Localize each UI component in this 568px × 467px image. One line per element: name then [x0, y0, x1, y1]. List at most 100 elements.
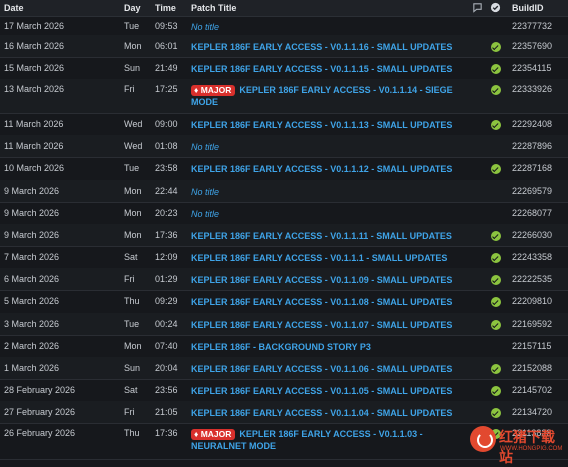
patch-title-link[interactable]: KEPLER 186F EARLY ACCESS - V0.1.1.06 - S… [191, 364, 452, 374]
row-day: Mon [124, 41, 142, 51]
row-build-id[interactable]: 22269579 [512, 186, 552, 196]
row-build-id[interactable]: 22209810 [512, 296, 552, 306]
row-build-id[interactable]: 22157115 [512, 341, 551, 351]
row-build-id[interactable]: 22152088 [512, 363, 552, 373]
row-build-id[interactable]: 22222535 [512, 274, 552, 284]
table-row[interactable]: 13 March 2026 Fri 17:25 ♦ MAJOR KEPLER 186F … [0, 79, 568, 114]
row-build-id[interactable]: 22357690 [512, 41, 552, 51]
table-row[interactable]: 7 March 2026 Sat 12:09 KEPLER 186F EARLY AC… [0, 246, 568, 269]
patch-title-link[interactable]: KEPLER 186F EARLY ACCESS - V0.1.1.12 - S… [191, 164, 452, 174]
table-row[interactable]: 9 March 2026 Mon 20:23 No title 22268077 [0, 202, 568, 225]
row-build-id[interactable]: 22333926 [512, 84, 552, 94]
check-icon [491, 364, 501, 374]
patch-title-link[interactable]: KEPLER 186F EARLY ACCESS - V0.1.1.08 - S… [191, 297, 452, 307]
table-row[interactable]: 27 February 2026 Fri 21:05 KEPLER 186F EARL… [0, 401, 568, 424]
header-time[interactable]: Time [155, 3, 176, 13]
row-date: 5 March 2026 [4, 296, 60, 306]
row-patch-title: KEPLER 186F EARLY ACCESS - V0.1.1.13 - S… [191, 119, 461, 131]
patch-title-link[interactable]: KEPLER 186F - BACKGROUND STORY P3 [191, 342, 371, 352]
watermark-url: WWW.HONGPIG.COM [500, 446, 563, 452]
row-date: 10 March 2026 [4, 163, 65, 173]
row-build-id[interactable]: 22287896 [512, 141, 552, 151]
row-build-id[interactable]: 22268077 [512, 208, 552, 218]
row-patch-title: KEPLER 186F EARLY ACCESS - V0.1.1.09 - S… [191, 274, 461, 286]
table-row[interactable]: 2 March 2026 Mon 07:40 KEPLER 186F - BACKGR… [0, 335, 568, 358]
table-row[interactable]: 9 March 2026 Mon 22:44 No title 22269579 [0, 180, 568, 203]
flame-icon: ♦ [194, 429, 201, 439]
row-build-id[interactable]: 22145702 [512, 385, 552, 395]
row-date: 1 March 2026 [4, 363, 60, 373]
row-time: 17:36 [155, 230, 178, 240]
patch-title-link[interactable]: KEPLER 186F EARLY ACCESS - V0.1.1.09 - S… [191, 275, 452, 285]
row-day: Thu [124, 296, 140, 306]
row-build-id[interactable]: 22354115 [512, 63, 551, 73]
table-row[interactable]: 10 March 2026 Tue 23:58 KEPLER 186F EARLY A… [0, 157, 568, 181]
row-time: 12:09 [155, 252, 178, 262]
table-row[interactable]: 11 March 2026 Wed 01:08 No title 22287896 [0, 135, 568, 158]
row-build-id[interactable]: 22292408 [512, 119, 552, 129]
row-date: 17 March 2026 [4, 21, 65, 31]
row-day: Mon [124, 341, 142, 351]
row-patch-title: KEPLER 186F EARLY ACCESS - V0.1.1.06 - S… [191, 363, 461, 375]
row-build-id[interactable]: 22134720 [512, 407, 552, 417]
verified-check-icon[interactable] [490, 2, 501, 13]
row-build-id[interactable]: 22287168 [512, 163, 552, 173]
check-icon [491, 386, 501, 396]
comment-icon[interactable] [472, 2, 483, 13]
check-icon [491, 275, 501, 285]
row-time: 09:00 [155, 119, 178, 129]
patch-title-link[interactable]: KEPLER 186F EARLY ACCESS - V0.1.1.1 - SM… [191, 253, 447, 263]
row-date: 16 March 2026 [4, 41, 65, 51]
row-date: 9 March 2026 [4, 186, 60, 196]
row-build-id[interactable]: 22169592 [512, 319, 552, 329]
table-row[interactable]: 3 March 2026 Tue 00:24 KEPLER 186F EARLY AC… [0, 313, 568, 336]
row-patch-title: ♦ MAJOR KEPLER 186F EARLY ACCESS - V0.1.1… [191, 84, 461, 108]
row-build-id[interactable]: 22266030 [512, 230, 552, 240]
table-row[interactable]: 11 March 2026 Wed 09:00 KEPLER 186F EARLY A… [0, 113, 568, 136]
row-time: 21:49 [155, 63, 178, 73]
header-date[interactable]: Date [4, 3, 24, 13]
row-date: 7 March 2026 [4, 252, 60, 262]
row-day: Mon [124, 208, 142, 218]
row-patch-title: No title [191, 208, 461, 220]
patch-title-link[interactable]: KEPLER 186F EARLY ACCESS - V0.1.1.13 - S… [191, 120, 452, 130]
row-day: Fri [124, 407, 135, 417]
row-date: 9 March 2026 [4, 230, 60, 240]
row-patch-title: No title [191, 186, 461, 198]
table-row[interactable]: 5 March 2026 Thu 09:29 KEPLER 186F EARLY AC… [0, 290, 568, 314]
row-time: 23:58 [155, 163, 178, 173]
check-icon [491, 297, 501, 307]
table-row[interactable]: 28 February 2026 Sat 23:56 KEPLER 186F EARL… [0, 379, 568, 402]
header-build-id[interactable]: BuildID [512, 3, 544, 13]
patch-title-link[interactable]: KEPLER 186F EARLY ACCESS - V0.1.1.11 - S… [191, 231, 452, 241]
flame-icon: ♦ [194, 85, 201, 95]
patch-title-link[interactable]: KEPLER 186F EARLY ACCESS - V0.1.1.15 - S… [191, 64, 452, 74]
patch-title-link[interactable]: KEPLER 186F EARLY ACCESS - V0.1.1.07 - S… [191, 320, 452, 330]
header-day[interactable]: Day [124, 3, 141, 13]
row-time: 06:01 [155, 41, 178, 51]
row-date: 6 March 2026 [4, 274, 60, 284]
row-date: 26 February 2026 [4, 428, 76, 438]
table-row[interactable]: 17 March 2026 Tue 09:53 No title 22377732 [0, 17, 568, 36]
row-build-id[interactable]: 22243358 [512, 252, 552, 262]
table-row[interactable]: 9 March 2026 Mon 17:36 KEPLER 186F EARLY AC… [0, 224, 568, 247]
table-row[interactable]: 1 March 2026 Sun 20:04 KEPLER 186F EARLY AC… [0, 357, 568, 380]
row-date: 13 March 2026 [4, 84, 65, 94]
patch-title-link[interactable]: KEPLER 186F EARLY ACCESS - V0.1.1.16 - S… [191, 42, 452, 52]
table-row[interactable]: 15 March 2026 Sun 21:49 KEPLER 186F EARLY A… [0, 57, 568, 80]
table-row[interactable]: 6 March 2026 Fri 01:29 KEPLER 186F EARLY AC… [0, 268, 568, 291]
row-patch-title: KEPLER 186F EARLY ACCESS - V0.1.1.1 - SM… [191, 252, 461, 264]
row-time: 17:25 [155, 84, 178, 94]
table-row[interactable]: 16 March 2026 Mon 06:01 KEPLER 186F EARLY A… [0, 35, 568, 58]
row-date: 15 March 2026 [4, 63, 65, 73]
row-patch-title: KEPLER 186F EARLY ACCESS - V0.1.1.15 - S… [191, 63, 461, 75]
row-patch-title: KEPLER 186F - BACKGROUND STORY P3 [191, 341, 461, 353]
row-day: Sat [124, 252, 138, 262]
row-day: Sun [124, 363, 141, 373]
patch-title-link[interactable]: KEPLER 186F EARLY ACCESS - V0.1.1.05 - S… [191, 386, 452, 396]
header-patch-title[interactable]: Patch Title [191, 3, 236, 13]
row-day: Tue [124, 21, 140, 31]
patch-title-link[interactable]: KEPLER 186F EARLY ACCESS - V0.1.1.04 - S… [191, 408, 452, 418]
row-date: 2 March 2026 [4, 341, 60, 351]
row-build-id[interactable]: 22377732 [512, 21, 552, 31]
